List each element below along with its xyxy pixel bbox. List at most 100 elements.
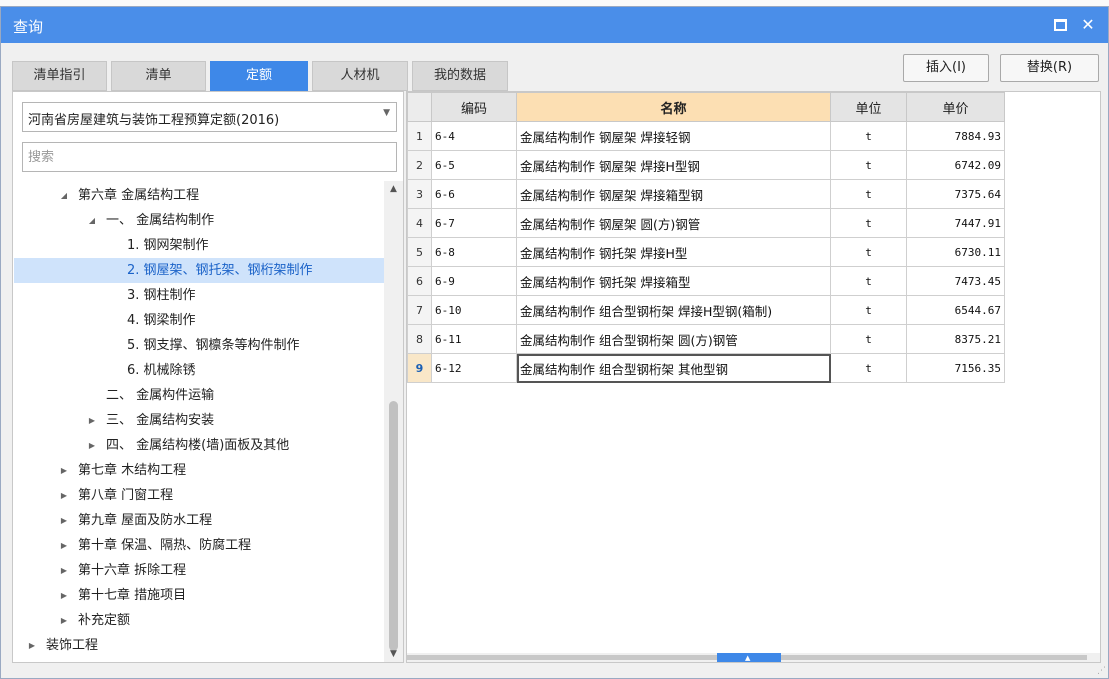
row-number[interactable]: 2 [407,150,432,180]
unit-cell[interactable]: t [830,121,907,151]
tree-node[interactable]: 4. 钢梁制作 [14,308,384,333]
table-row[interactable]: 7 6-10 金属结构制作 组合型钢桁架 焊接H型钢(箱制) t 6544.67 [407,295,1005,325]
tree-node[interactable]: ▶ 第十六章 拆除工程 [14,558,384,583]
tree-node[interactable]: ▶ 第十七章 措施项目 [14,583,384,608]
name-cell[interactable]: 金属结构制作 组合型钢桁架 其他型钢 [516,353,831,383]
insert-button[interactable]: 插入(I) [903,54,989,82]
price-cell[interactable]: 6742.09 [906,150,1005,180]
triangle-down-icon[interactable]: ◢ [86,208,98,233]
triangle-right-icon[interactable]: ▶ [86,433,98,458]
tree-scrollbar[interactable]: ▲ ▼ [384,181,403,662]
tree-node[interactable]: ▶ 四、 金属结构楼(墙)面板及其他 [14,433,384,458]
unit-cell[interactable]: t [830,150,907,180]
tree-node[interactable]: ◢ 第六章 金属结构工程 [14,183,384,208]
price-cell[interactable]: 6544.67 [906,295,1005,325]
row-number[interactable]: 3 [407,179,432,209]
tree-node[interactable]: ▶ 第十章 保温、隔热、防腐工程 [14,533,384,558]
search-input[interactable] [22,142,397,172]
row-number[interactable]: 9 [407,353,432,383]
scrollbar-thumb[interactable] [389,401,398,651]
tree-node[interactable]: ▶ 第九章 屋面及防水工程 [14,508,384,533]
tab-labor-material-machine[interactable]: 人材机 [312,61,408,91]
table-row[interactable]: 4 6-7 金属结构制作 钢屋架 圆(方)钢管 t 7447.91 [407,208,1005,238]
row-number[interactable]: 4 [407,208,432,238]
tab-list-guide[interactable]: 清单指引 [12,61,107,91]
tree-node[interactable]: ▶ 第七章 木结构工程 [14,458,384,483]
unit-cell[interactable]: t [830,208,907,238]
triangle-right-icon[interactable]: ▶ [26,633,38,658]
triangle-right-icon[interactable]: ▶ [58,458,70,483]
column-header-price[interactable]: 单价 [906,92,1005,122]
row-number[interactable]: 5 [407,237,432,267]
row-number[interactable]: 7 [407,295,432,325]
price-cell[interactable]: 7473.45 [906,266,1005,296]
close-button[interactable]: ✕ [1077,14,1099,36]
row-number[interactable]: 1 [407,121,432,151]
code-cell[interactable]: 6-8 [431,237,517,267]
table-row[interactable]: 3 6-6 金属结构制作 钢屋架 焊接箱型钢 t 7375.64 [407,179,1005,209]
code-cell[interactable]: 6-10 [431,295,517,325]
price-cell[interactable]: 7156.35 [906,353,1005,383]
triangle-right-icon[interactable]: ▶ [58,533,70,558]
table-row[interactable]: 2 6-5 金属结构制作 钢屋架 焊接H型钢 t 6742.09 [407,150,1005,180]
table-row[interactable]: 5 6-8 金属结构制作 钢托架 焊接H型 t 6730.11 [407,237,1005,267]
row-number[interactable]: 6 [407,266,432,296]
table-row[interactable]: 8 6-11 金属结构制作 组合型钢桁架 圆(方)钢管 t 8375.21 [407,324,1005,354]
name-cell[interactable]: 金属结构制作 组合型钢桁架 焊接H型钢(箱制) [516,295,831,325]
unit-cell[interactable]: t [830,353,907,383]
maximize-button[interactable] [1049,14,1071,36]
tree-node[interactable]: ▶ 三、 金属结构安装 [14,408,384,433]
tree-node[interactable]: ▶ 补充定额 [14,608,384,633]
code-cell[interactable]: 6-12 [431,353,517,383]
name-cell[interactable]: 金属结构制作 钢屋架 焊接箱型钢 [516,179,831,209]
triangle-right-icon[interactable]: ▶ [58,583,70,608]
library-select[interactable]: 河南省房屋建筑与装饰工程预算定额(2016) ▼ [22,102,397,132]
tree-node[interactable]: 3. 钢柱制作 [14,283,384,308]
tree-node[interactable]: 二、 金属构件运输 [14,383,384,408]
code-cell[interactable]: 6-7 [431,208,517,238]
unit-cell[interactable]: t [830,324,907,354]
triangle-right-icon[interactable]: ▶ [86,408,98,433]
tree-node[interactable]: ▶ 第八章 门窗工程 [14,483,384,508]
name-cell[interactable]: 金属结构制作 钢屋架 圆(方)钢管 [516,208,831,238]
price-cell[interactable]: 7884.93 [906,121,1005,151]
scroll-up-icon[interactable]: ▲ [384,181,403,197]
triangle-right-icon[interactable]: ▶ [58,508,70,533]
name-cell[interactable]: 金属结构制作 组合型钢桁架 圆(方)钢管 [516,324,831,354]
price-cell[interactable]: 7447.91 [906,208,1005,238]
tree-node[interactable]: 1. 钢网架制作 [14,233,384,258]
tree-node[interactable]: 6. 机械除锈 [14,358,384,383]
tree-node[interactable]: ▶ 装饰工程 [14,633,384,658]
row-number[interactable]: 8 [407,324,432,354]
unit-cell[interactable]: t [830,295,907,325]
unit-cell[interactable]: t [830,237,907,267]
horizontal-scrollbar[interactable]: ▲ [407,653,1100,662]
column-header-unit[interactable]: 单位 [830,92,907,122]
price-cell[interactable]: 6730.11 [906,237,1005,267]
code-cell[interactable]: 6-11 [431,324,517,354]
name-cell[interactable]: 金属结构制作 钢托架 焊接箱型 [516,266,831,296]
column-header-code[interactable]: 编码 [431,92,517,122]
column-header-name[interactable]: 名称 [516,92,831,122]
scroll-down-icon[interactable]: ▼ [384,646,403,662]
triangle-down-icon[interactable]: ◢ [58,183,70,208]
table-row[interactable]: 9 6-12 金属结构制作 组合型钢桁架 其他型钢 t 7156.35 [407,353,1005,383]
title-bar[interactable]: 查询 ✕ [1,7,1108,43]
price-cell[interactable]: 7375.64 [906,179,1005,209]
tab-my-data[interactable]: 我的数据 [412,61,508,91]
name-cell[interactable]: 金属结构制作 钢屋架 焊接轻钢 [516,121,831,151]
price-cell[interactable]: 8375.21 [906,324,1005,354]
triangle-right-icon[interactable]: ▶ [58,558,70,583]
table-row[interactable]: 1 6-4 金属结构制作 钢屋架 焊接轻钢 t 7884.93 [407,121,1005,151]
code-cell[interactable]: 6-5 [431,150,517,180]
code-cell[interactable]: 6-6 [431,179,517,209]
table-row[interactable]: 6 6-9 金属结构制作 钢托架 焊接箱型 t 7473.45 [407,266,1005,296]
tree-node[interactable]: 5. 钢支撑、钢檩条等构件制作 [14,333,384,358]
tree-node[interactable]: 2. 钢屋架、钢托架、钢桁架制作 [14,258,384,283]
splitter-handle[interactable]: ▲ [717,653,781,662]
code-cell[interactable]: 6-4 [431,121,517,151]
name-cell[interactable]: 金属结构制作 钢屋架 焊接H型钢 [516,150,831,180]
name-cell[interactable]: 金属结构制作 钢托架 焊接H型 [516,237,831,267]
tree-node[interactable]: ◢ 一、 金属结构制作 [14,208,384,233]
replace-button[interactable]: 替换(R) [1000,54,1099,82]
